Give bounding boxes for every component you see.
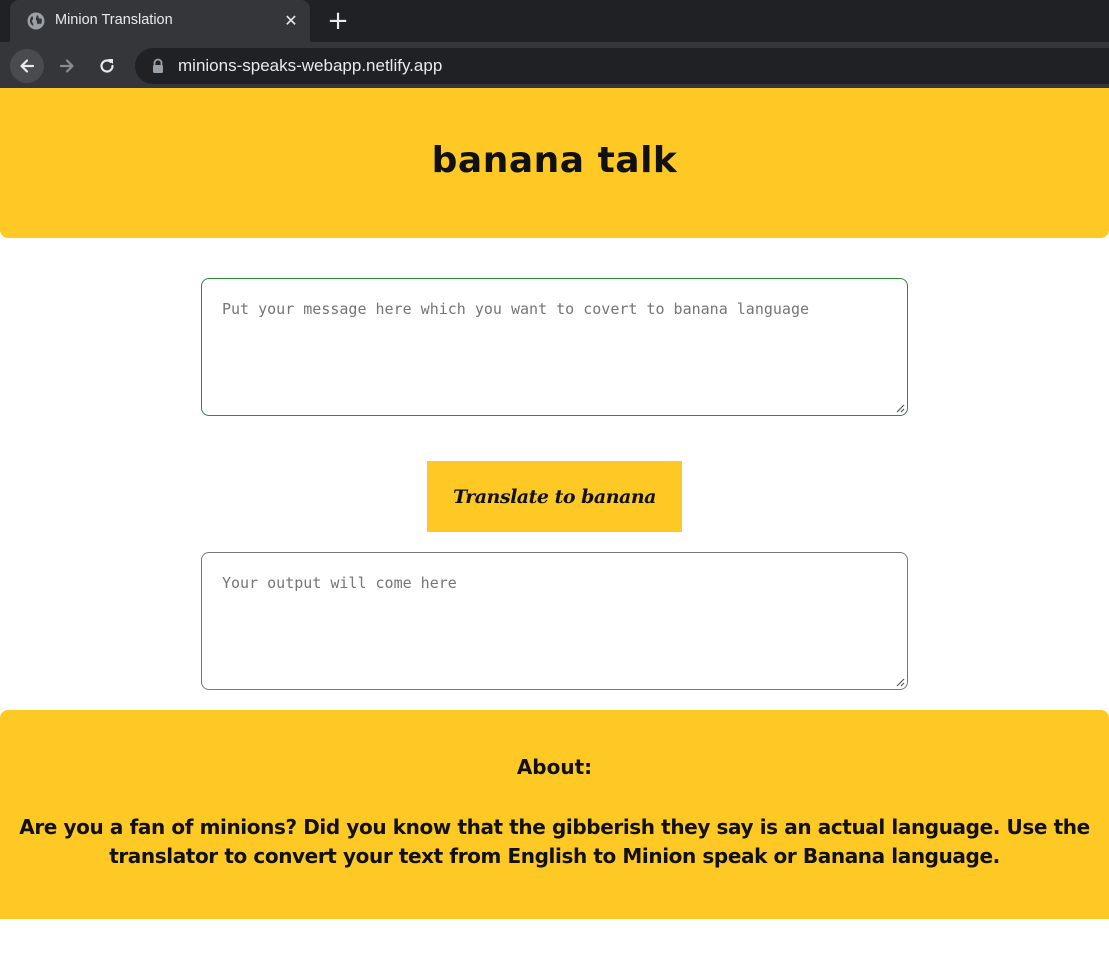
- page-content: banana talk Put your message here which …: [0, 88, 1109, 957]
- browser-tab[interactable]: Minion Translation ✕: [10, 0, 310, 42]
- header-banner: banana talk: [0, 88, 1109, 238]
- about-section: About: Are you a fan of minions? Did you…: [0, 710, 1109, 919]
- input-placeholder: Put your message here which you want to …: [222, 300, 809, 318]
- forward-arrow-icon: [59, 59, 74, 73]
- close-icon[interactable]: ✕: [280, 10, 302, 32]
- translate-button[interactable]: Translate to banana: [427, 461, 682, 532]
- message-input[interactable]: Put your message here which you want to …: [201, 278, 908, 416]
- about-text: Are you a fan of minions? Did you know t…: [19, 815, 1090, 868]
- browser-toolbar: minions-speaks-webapp.netlify.app: [0, 42, 1109, 88]
- output-placeholder: Your output will come here: [222, 574, 457, 592]
- tab-title: Minion Translation: [55, 12, 173, 28]
- url-text: minions-speaks-webapp.netlify.app: [178, 56, 443, 75]
- page-title: banana talk: [431, 140, 678, 181]
- forward-button[interactable]: [50, 49, 84, 83]
- reload-button[interactable]: [90, 49, 124, 83]
- back-arrow-icon: [20, 59, 35, 73]
- resize-handle-icon[interactable]: [895, 403, 905, 413]
- output-field[interactable]: Your output will come here: [201, 552, 908, 690]
- reload-icon: [100, 59, 114, 73]
- lock-icon: [151, 58, 165, 74]
- globe-icon: [26, 11, 46, 31]
- plus-icon[interactable]: +: [323, 6, 353, 36]
- back-button[interactable]: [10, 49, 44, 83]
- resize-handle-icon[interactable]: [895, 677, 905, 687]
- address-bar[interactable]: minions-speaks-webapp.netlify.app: [135, 48, 1109, 84]
- browser-tab-bar: Minion Translation ✕ +: [0, 0, 1109, 42]
- about-heading: About:: [516, 755, 593, 779]
